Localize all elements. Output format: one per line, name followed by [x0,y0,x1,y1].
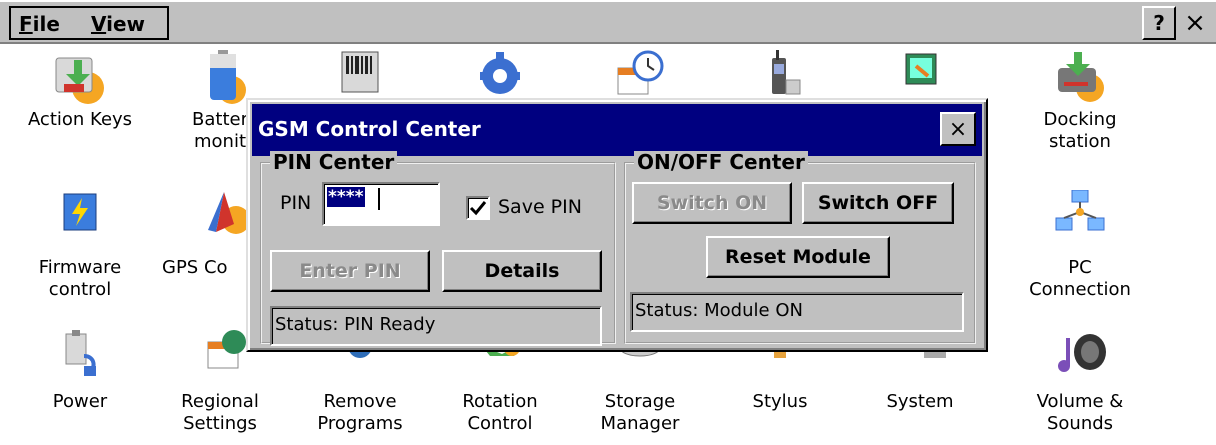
docking-station-icon [1048,50,1112,106]
dialog-close-button[interactable]: × [940,112,976,146]
icon-label-2: Sounds [1046,413,1114,434]
dialog-title-bar[interactable]: GSM Control Center × [252,104,982,156]
action-keys-icon [48,50,112,106]
dialog-title: GSM Control Center [258,117,481,141]
save-pin-label[interactable]: Save PIN [498,196,582,218]
power-icon [48,326,112,382]
help-button[interactable]: ? [1142,6,1176,40]
switch-off-button[interactable]: Switch OFF [802,182,954,224]
view-label: iew [106,12,146,36]
view-accelerator: V [91,12,107,36]
icon-label: System [886,391,954,412]
menu-view[interactable]: View [91,12,145,36]
icon-label-2: station [1049,131,1111,152]
firmware-chip-icon [48,190,112,246]
icon-display[interactable] [850,44,990,100]
regional-settings-icon [188,326,252,382]
clock-calendar-icon [608,44,672,100]
pc-connection-icon [1048,189,1112,246]
pin-status-field: Status: PIN Ready [270,306,602,346]
icon-settings[interactable] [430,44,570,100]
menu-file[interactable]: File [19,12,60,36]
pin-center-legend: PIN Center [270,151,398,173]
battery-monitor-icon [188,50,252,106]
save-pin-checkbox[interactable] [466,196,490,220]
menubar: File View ? × [0,0,1216,44]
checkmark-icon [469,201,487,216]
file-label: ile [32,12,60,36]
text-cursor [378,188,380,210]
pin-input-value: **** [327,187,365,207]
icon-volume-sounds[interactable]: Volume & Sounds [1010,326,1150,437]
details-button[interactable]: Details [442,250,602,292]
onoff-center-group: ON/OFF Center Switch ON Switch OFF Reset… [624,151,976,344]
icon-date-time[interactable] [570,44,710,100]
icon-power[interactable]: Power [10,326,150,415]
pin-input[interactable]: **** [322,182,440,226]
icon-label-2: Connection [1029,279,1131,300]
close-icon: × [948,116,968,142]
screen-icon [888,44,952,100]
menu-group: File View [9,6,169,40]
icon-label-2: Control [467,413,533,434]
icon-phone[interactable] [710,44,850,100]
icon-firmware-control[interactable]: Firmware control [10,190,150,303]
reset-module-button[interactable]: Reset Module [706,236,890,278]
icon-label: Power [52,391,108,412]
gps-icon [188,190,252,246]
enter-pin-button[interactable]: Enter PIN [270,250,430,292]
icon-barcode[interactable] [290,44,430,100]
pin-label: PIN [280,192,312,214]
switch-on-button[interactable]: Switch ON [632,182,792,224]
gsm-control-center-dialog: GSM Control Center × PIN Center PIN ****… [246,98,988,352]
onoff-center-legend: ON/OFF Center [634,151,808,173]
icon-label-2: Settings [183,413,257,434]
module-status-field: Status: Module ON [630,292,964,332]
icon-label-2: Manager [600,413,680,434]
volume-sounds-icon [1048,326,1112,382]
icon-label: Action Keys [27,109,133,130]
icon-label-2: control [48,279,112,300]
pin-center-group: PIN Center PIN **** Save PIN Enter PIN D… [260,151,616,346]
close-button[interactable]: × [1178,6,1212,40]
icon-action-keys[interactable]: Action Keys [10,50,150,133]
icon-label: Stylus [752,391,808,412]
barcode-icon [328,44,392,100]
icon-pc-connection[interactable]: PC Connection [1010,189,1150,303]
icon-docking-station[interactable]: Docking station [1010,50,1150,155]
phone-icon [748,44,812,100]
gear-icon [468,44,532,100]
icon-label-2: Programs [317,413,403,434]
file-accelerator: F [19,12,33,36]
